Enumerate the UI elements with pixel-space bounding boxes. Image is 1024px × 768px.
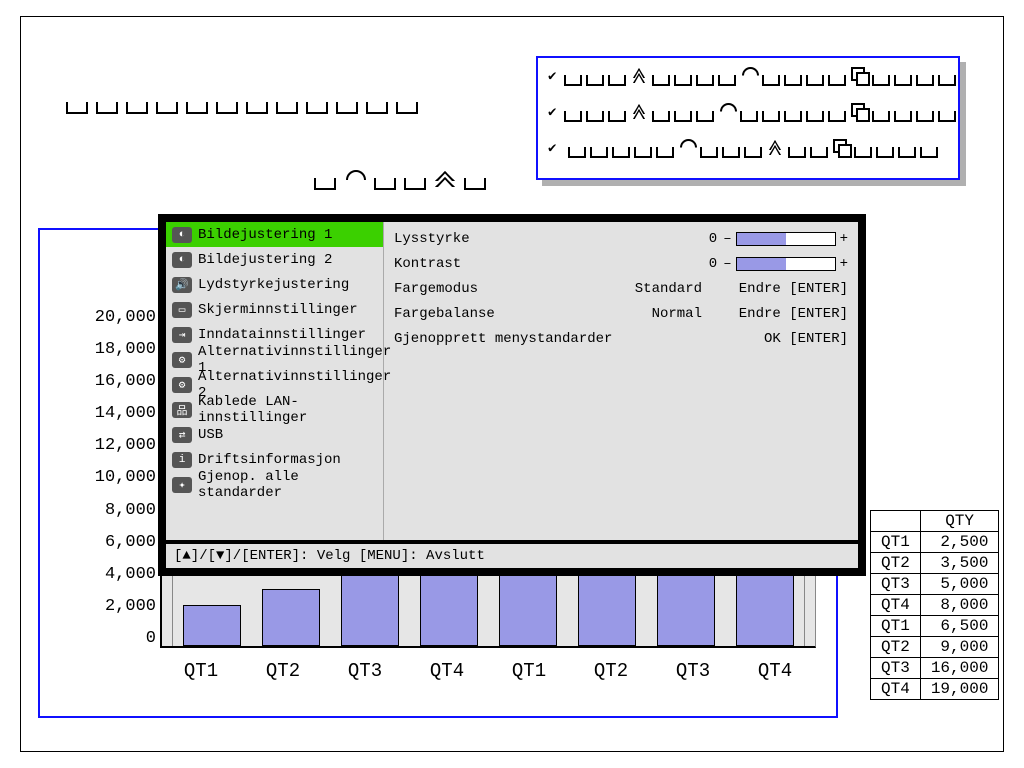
breadcrumb-item[interactable]: ✔ bbox=[538, 94, 958, 130]
colorbalance-label: Fargebalanse bbox=[394, 306, 618, 322]
menu-item-icon: i bbox=[172, 452, 192, 468]
table-row: QT35,000 bbox=[871, 574, 999, 595]
chart-x-tick: QT3 bbox=[664, 660, 722, 682]
menu-item-icon: 🔊 bbox=[172, 277, 192, 293]
contrast-row[interactable]: Kontrast 0 – + bbox=[394, 251, 848, 276]
menu-item-icon: ✦ bbox=[172, 477, 192, 493]
menu-item-icon: 品 bbox=[172, 402, 192, 418]
colormode-value: Standard bbox=[618, 281, 708, 297]
chart-x-tick: QT1 bbox=[500, 660, 558, 682]
plus-icon[interactable]: + bbox=[840, 256, 848, 272]
table-row: QT16,500 bbox=[871, 616, 999, 637]
qty-table: QTY QT12,500QT23,500QT35,000QT48,000QT16… bbox=[870, 510, 999, 700]
menu-item-label: Bildejustering 2 bbox=[198, 252, 332, 268]
colorbalance-action: Endre [ENTER] bbox=[708, 306, 848, 322]
chart-x-tick: QT4 bbox=[746, 660, 804, 682]
table-row: QT29,000 bbox=[871, 637, 999, 658]
osd-settings-panel: Lysstyrke 0 – + Kontrast 0 – + Fargemodu… bbox=[384, 222, 858, 540]
minus-icon[interactable]: – bbox=[723, 256, 731, 272]
chart-x-tick: QT1 bbox=[172, 660, 230, 682]
breadcrumb-item[interactable]: ✔ bbox=[538, 130, 958, 166]
colormode-action: Endre [ENTER] bbox=[708, 281, 848, 297]
brightness-slider[interactable]: – + bbox=[723, 231, 848, 247]
osd-menu-item[interactable]: ▭ Skjerminnstillinger bbox=[166, 297, 383, 322]
restore-action: OK [ENTER] bbox=[708, 331, 848, 347]
colormode-row[interactable]: Fargemodus Standard Endre [ENTER] bbox=[394, 276, 848, 301]
osd-menu-item[interactable]: ◐ Bildejustering 1 bbox=[166, 222, 383, 247]
menu-item-label: Lydstyrkejustering bbox=[198, 277, 349, 293]
menu-item-icon: ⇄ bbox=[172, 427, 192, 443]
table-row: QT419,000 bbox=[871, 679, 999, 700]
colorbalance-row[interactable]: Fargebalanse Normal Endre [ENTER] bbox=[394, 301, 848, 326]
osd-menu-list: ◐ Bildejustering 1 ◐ Bildejustering 2 🔊 Lydst… bbox=[166, 222, 384, 540]
decorative-glyph-row-2 bbox=[310, 164, 490, 194]
chart-x-tick: QT3 bbox=[336, 660, 394, 682]
menu-item-icon: ⇥ bbox=[172, 327, 192, 343]
menu-item-icon: ▭ bbox=[172, 302, 192, 318]
osd-menu: ◐ Bildejustering 1 ◐ Bildejustering 2 🔊 Lydst… bbox=[158, 214, 866, 576]
check-icon: ✔ bbox=[548, 68, 562, 85]
brightness-row[interactable]: Lysstyrke 0 – + bbox=[394, 226, 848, 251]
menu-item-label: Kablede LAN-innstillinger bbox=[198, 394, 377, 426]
chart-y-axis: 20,00018,000 16,00014,000 12,00010,000 8… bbox=[56, 308, 156, 648]
chart-x-axis: QT1 QT2 QT3 QT4 QT1 QT2 QT3 QT4 bbox=[160, 660, 816, 682]
decorative-glyph-row-1 bbox=[62, 88, 422, 118]
brightness-label: Lysstyrke bbox=[394, 231, 633, 247]
qty-header: QTY bbox=[920, 511, 999, 532]
menu-item-icon: ⚙ bbox=[172, 352, 192, 368]
osd-menu-item[interactable]: ◐ Bildejustering 2 bbox=[166, 247, 383, 272]
plus-icon[interactable]: + bbox=[840, 231, 848, 247]
menu-item-label: USB bbox=[198, 427, 223, 443]
restore-label: Gjenopprett menystandarder bbox=[394, 331, 618, 347]
menu-item-label: Skjerminnstillinger bbox=[198, 302, 358, 318]
osd-menu-item[interactable]: 品Kablede LAN-innstillinger bbox=[166, 397, 383, 422]
contrast-value: 0 bbox=[633, 256, 723, 272]
check-icon: ✔ bbox=[548, 140, 566, 157]
breadcrumb-list: ✔ ✔ ✔ bbox=[536, 56, 960, 180]
brightness-value: 0 bbox=[633, 231, 723, 247]
menu-item-label: Driftsinformasjon bbox=[198, 452, 341, 468]
chart-bar bbox=[183, 605, 241, 646]
osd-menu-item[interactable]: ✦Gjenop. alle standarder bbox=[166, 472, 383, 497]
chart-x-tick: QT4 bbox=[418, 660, 476, 682]
menu-item-label: Inndatainnstillinger bbox=[198, 327, 366, 343]
chart-bar bbox=[341, 564, 399, 646]
menu-item-label: Gjenop. alle standarder bbox=[198, 469, 377, 501]
table-row: QT48,000 bbox=[871, 595, 999, 616]
menu-item-icon: ⚙ bbox=[172, 377, 192, 393]
contrast-label: Kontrast bbox=[394, 256, 633, 272]
table-row: QT23,500 bbox=[871, 553, 999, 574]
osd-footer-hint: [▲]/[▼]/[ENTER]: Velg [MENU]: Avslutt bbox=[166, 540, 858, 568]
restore-row[interactable]: Gjenopprett menystandarder OK [ENTER] bbox=[394, 326, 848, 351]
chart-bar bbox=[262, 589, 320, 646]
chart-x-tick: QT2 bbox=[582, 660, 640, 682]
menu-item-icon: ◐ bbox=[172, 227, 192, 243]
breadcrumb-item[interactable]: ✔ bbox=[538, 58, 958, 94]
colormode-label: Fargemodus bbox=[394, 281, 618, 297]
contrast-slider[interactable]: – + bbox=[723, 256, 848, 272]
table-row: QT316,000 bbox=[871, 658, 999, 679]
osd-menu-item[interactable]: 🔊 Lydstyrkejustering bbox=[166, 272, 383, 297]
minus-icon[interactable]: – bbox=[723, 231, 731, 247]
menu-item-icon: ◐ bbox=[172, 252, 192, 268]
chart-x-tick: QT2 bbox=[254, 660, 312, 682]
colorbalance-value: Normal bbox=[618, 306, 708, 322]
menu-item-label: Bildejustering 1 bbox=[198, 227, 332, 243]
table-row: QT12,500 bbox=[871, 532, 999, 553]
check-icon: ✔ bbox=[548, 104, 562, 121]
osd-menu-item[interactable]: ⇄ USB bbox=[166, 422, 383, 447]
